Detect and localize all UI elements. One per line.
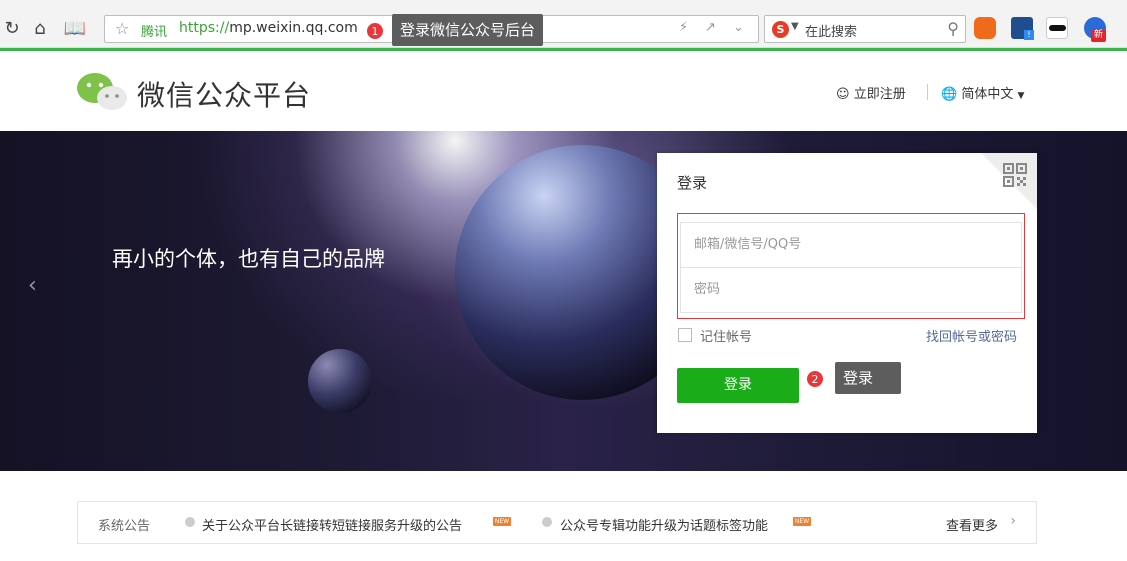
user-icon: ☺ — [836, 87, 850, 102]
callout-number-2: 2 — [806, 370, 824, 388]
search-icon[interactable]: ⚲ — [947, 19, 959, 38]
chevron-down-icon[interactable]: ⌄ — [733, 20, 744, 35]
home-icon[interactable]: ⌂ — [28, 17, 52, 41]
progress-line — [0, 48, 1127, 51]
chevron-right-icon[interactable]: › — [1010, 513, 1016, 529]
register-label: 立即注册 — [853, 87, 906, 102]
qr-code-icon[interactable] — [1003, 163, 1027, 187]
login-title: 登录 — [677, 174, 708, 192]
mask-icon — [1049, 25, 1066, 31]
callout-text-2: 登录 — [835, 362, 901, 394]
bullet-icon — [542, 517, 552, 527]
language-selector[interactable]: 🌐 简体中文 ▼ — [941, 83, 1024, 102]
remember-checkbox[interactable] — [678, 328, 692, 342]
username-input[interactable]: 邮箱/微信号/QQ号 — [680, 222, 1022, 268]
credentials-highlight: 邮箱/微信号/QQ号 密码 — [677, 213, 1025, 319]
site-brand-label: 腾讯 — [141, 25, 168, 40]
new-badge: NEW — [793, 517, 811, 526]
remember-label[interactable]: 记住帐号 — [700, 326, 752, 345]
url-scheme: https:// — [179, 20, 230, 36]
search-engine-caret-icon[interactable]: ▼ — [791, 21, 799, 32]
search-input[interactable]: 在此搜索 — [805, 21, 857, 40]
share-icon[interactable]: ↗ — [705, 20, 716, 35]
password-input[interactable]: 密码 — [680, 267, 1022, 313]
view-more-link[interactable]: 查看更多 — [946, 515, 998, 534]
notice-item[interactable]: 公众号专辑功能升级为话题标签功能 — [560, 515, 768, 534]
browser-toolbar: ↻ ⌂ 📖 ☆ 腾讯 https://mp.weixin.qq.com ⚡ ↗ … — [0, 0, 1127, 48]
url-text[interactable]: https://mp.weixin.qq.com — [179, 20, 358, 36]
banner-slogan: 再小的个体，也有自己的品牌 — [112, 247, 385, 271]
lightning-icon[interactable]: ⚡ — [679, 20, 688, 35]
language-label: 简体中文 — [961, 87, 1014, 102]
new-badge: NEW — [493, 517, 511, 526]
notice-label: 系统公告 — [98, 519, 151, 534]
register-link[interactable]: ☺ 立即注册 — [836, 83, 906, 102]
search-engine-icon[interactable]: S — [772, 21, 789, 38]
callout-text-1: 登录微信公众号后台 — [392, 14, 544, 46]
notice-bar: 系统公告 关于公众平台长链接转短链接服务升级的公告 NEW 公众号专辑功能升级为… — [77, 501, 1037, 544]
info-badge-icon: ! — [1024, 30, 1034, 40]
incognito-extension-icon[interactable] — [1046, 17, 1068, 39]
globe-icon: 🌐 — [941, 87, 958, 102]
wechat-logo-icon — [77, 73, 127, 110]
find-account-link[interactable]: 找回帐号或密码 — [926, 326, 1017, 345]
site-title[interactable]: 微信公众平台 — [137, 74, 311, 114]
login-button[interactable]: 登录 — [677, 368, 799, 403]
search-box[interactable]: S ▼ 在此搜索 ⚲ — [764, 15, 966, 43]
game-extension-icon[interactable] — [974, 17, 996, 39]
header-divider — [927, 84, 928, 100]
notice-item[interactable]: 关于公众平台长链接转短链接服务升级的公告 — [202, 515, 462, 534]
new-badge-icon: 新 — [1091, 29, 1106, 42]
carousel-prev-icon[interactable]: ‹ — [28, 273, 37, 298]
reading-list-icon[interactable]: 📖 — [63, 17, 87, 41]
url-host: mp.weixin.qq.com — [229, 20, 358, 36]
bookmark-star-icon[interactable]: ☆ — [115, 19, 129, 38]
caret-down-icon: ▼ — [1017, 91, 1025, 101]
callout-number-1: 1 — [366, 22, 384, 40]
refresh-icon[interactable]: ↻ — [0, 17, 24, 41]
bullet-icon — [185, 517, 195, 527]
moon-image — [308, 349, 372, 413]
